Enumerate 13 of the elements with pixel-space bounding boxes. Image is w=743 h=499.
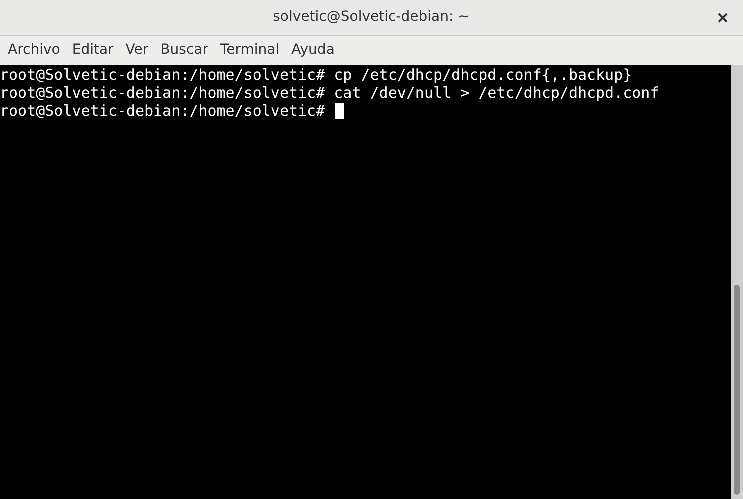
terminal-line: root@Solvetic-debian:/home/solvetic# cp /etc/dhcp/dhcpd.conf{,.backup} — [0, 66, 632, 84]
menu-item[interactable]: Editar — [66, 36, 120, 65]
close-icon — [718, 13, 728, 23]
menu-item[interactable]: Buscar — [154, 36, 214, 65]
menu-item[interactable]: Ver — [120, 36, 155, 65]
menu-item[interactable]: Terminal — [214, 36, 286, 65]
menu-item[interactable]: Ayuda — [286, 36, 341, 65]
terminal-line: root@Solvetic-debian:/home/solvetic# cat /dev/null > /etc/dhcp/dhcpd.conf — [0, 84, 660, 102]
scrollbar-thumb[interactable] — [734, 285, 740, 495]
window-title: solvetic@Solvetic-debian: ~ — [273, 8, 470, 27]
scrollbar[interactable] — [731, 65, 743, 499]
terminal-line: root@Solvetic-debian:/home/solvetic# — [0, 102, 326, 120]
menu-item[interactable]: Archivo — [2, 36, 66, 65]
